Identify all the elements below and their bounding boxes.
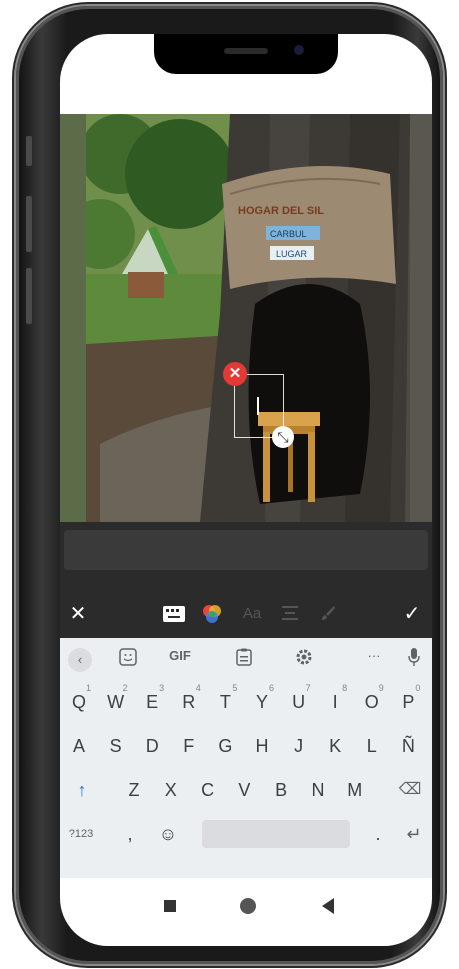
photo-illustration: HOGAR DEL SIL CARBUL LUGAR [60,114,432,522]
key-row-2: ASDFGHJKLÑ [60,724,432,768]
sign-text-1: HOGAR DEL SIL [238,205,324,217]
key-n[interactable]: N [302,772,334,808]
phone-screen: HOGAR DEL SIL CARBUL LUGAR ✕ ⤡ ✕ Aa ✓ ‹ … [60,34,432,946]
timeline-track[interactable] [64,530,428,570]
key-t[interactable]: T5 [209,683,241,720]
notch [154,34,338,74]
android-nav-bar [60,878,432,946]
key-x[interactable]: X [155,772,187,808]
color-palette-icon[interactable] [200,602,224,630]
symbols-key[interactable]: ?123 [62,816,100,852]
key-g[interactable]: G [209,728,241,764]
text-cursor [257,397,259,415]
shift-key[interactable]: ↑ [66,772,98,808]
key-q[interactable]: Q1 [63,683,95,720]
space-bar[interactable] [202,820,350,848]
close-icon[interactable]: ✕ [66,602,90,626]
align-icon[interactable] [278,602,302,628]
home-circle-icon[interactable] [240,898,256,914]
key-u[interactable]: U7 [283,683,315,720]
period-key[interactable]: . [362,816,394,852]
font-style-button[interactable]: Aa [238,602,266,626]
backspace-key[interactable]: ⌫ [394,772,426,808]
sign-text-3: LUGAR [276,249,308,259]
suggestion-bar: ‹ GIF ··· [60,638,432,680]
enter-key[interactable]: ↵ [398,816,430,852]
key-a[interactable]: A [63,728,95,764]
keyboard: ‹ GIF ··· Q1W2E3R4T5Y6U7I8O9P0 ASDFGHJKL… [60,638,432,878]
key-f[interactable]: F [173,728,205,764]
more-options-button[interactable]: ··· [360,648,388,663]
key-r[interactable]: R4 [173,683,205,720]
key-v[interactable]: V [228,772,260,808]
microphone-icon[interactable] [404,648,424,669]
key-ñ[interactable]: Ñ [392,728,424,764]
sticker-icon[interactable] [116,648,140,669]
recents-square-icon[interactable] [164,900,176,912]
key-w[interactable]: W2 [100,683,132,720]
confirm-icon[interactable]: ✓ [400,602,424,626]
speaker [224,48,268,54]
delete-text-button[interactable]: ✕ [223,362,247,386]
keyboard-icon[interactable] [160,602,188,628]
key-d[interactable]: D [136,728,168,764]
key-i[interactable]: I8 [319,683,351,720]
clipboard-icon[interactable] [232,648,256,669]
phone-frame: HOGAR DEL SIL CARBUL LUGAR ✕ ⤡ ✕ Aa ✓ ‹ … [16,6,443,964]
key-row-4: ?123 , ☺ . ↵ [60,812,432,856]
volume-down-button [26,268,32,324]
resize-handle-icon[interactable]: ⤡ [272,426,294,448]
emoji-key[interactable]: ☺ [152,816,184,852]
text-toolbar: ✕ Aa ✓ [60,590,432,638]
key-z[interactable]: Z [118,772,150,808]
key-h[interactable]: H [246,728,278,764]
key-m[interactable]: M [339,772,371,808]
volume-up-button [26,196,32,252]
timeline-strip [60,522,432,590]
keyboard-back-button[interactable]: ‹ [68,648,92,672]
back-triangle-icon[interactable] [322,898,334,914]
settings-gear-icon[interactable] [292,648,316,669]
key-e[interactable]: E3 [136,683,168,720]
key-k[interactable]: K [319,728,351,764]
key-s[interactable]: S [100,728,132,764]
key-l[interactable]: L [356,728,388,764]
mute-switch [26,136,32,166]
gif-button[interactable]: GIF [166,648,194,663]
key-y[interactable]: Y6 [246,683,278,720]
brush-icon[interactable] [316,602,340,629]
key-p[interactable]: P0 [392,683,424,720]
key-c[interactable]: C [192,772,224,808]
photo-canvas[interactable]: HOGAR DEL SIL CARBUL LUGAR ✕ ⤡ [60,114,432,522]
key-b[interactable]: B [265,772,297,808]
key-j[interactable]: J [283,728,315,764]
comma-key[interactable]: , [114,816,146,852]
key-o[interactable]: O9 [356,683,388,720]
front-camera [294,45,304,55]
sign-text-2: CARBUL [270,229,307,239]
key-row-1: Q1W2E3R4T5Y6U7I8O9P0 [60,680,432,724]
key-row-3: ↑ ⌫ ZXCVBNM [60,768,432,812]
